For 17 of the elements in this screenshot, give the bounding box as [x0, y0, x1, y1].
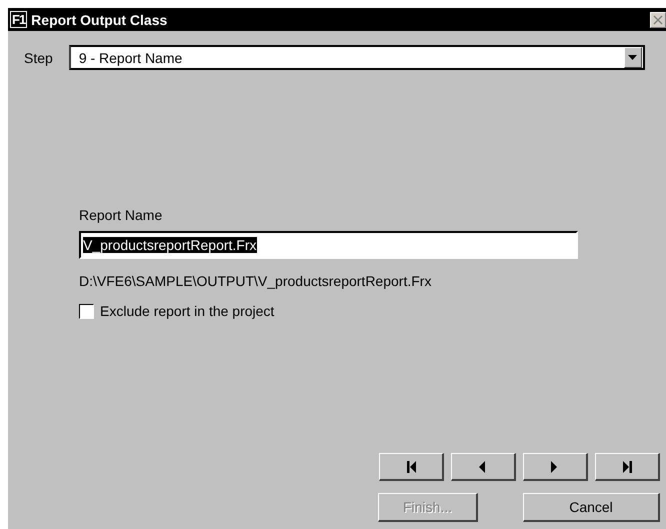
cancel-button[interactable]: Cancel — [523, 493, 660, 522]
previous-button[interactable] — [451, 453, 516, 481]
report-name-field[interactable]: V_productsreportReport.Frx — [79, 231, 578, 259]
last-button[interactable] — [595, 453, 660, 481]
first-button[interactable] — [379, 453, 444, 481]
app-icon: F1 — [10, 11, 28, 28]
close-icon — [653, 14, 663, 24]
next-button[interactable] — [523, 453, 588, 481]
close-button[interactable] — [650, 12, 666, 28]
last-icon — [620, 460, 634, 474]
window-title: Report Output Class — [31, 12, 168, 28]
first-icon — [404, 460, 418, 474]
exclude-checkbox[interactable]: Exclude report in the project — [79, 303, 274, 319]
file-path: D:\VFE6\SAMPLE\OUTPUT\V_productsreportReport.Frx — [79, 273, 432, 289]
step-label: Step — [24, 50, 53, 66]
step-dropdown[interactable]: 9 - Report Name — [68, 45, 645, 70]
report-name-label: Report Name — [79, 207, 162, 223]
